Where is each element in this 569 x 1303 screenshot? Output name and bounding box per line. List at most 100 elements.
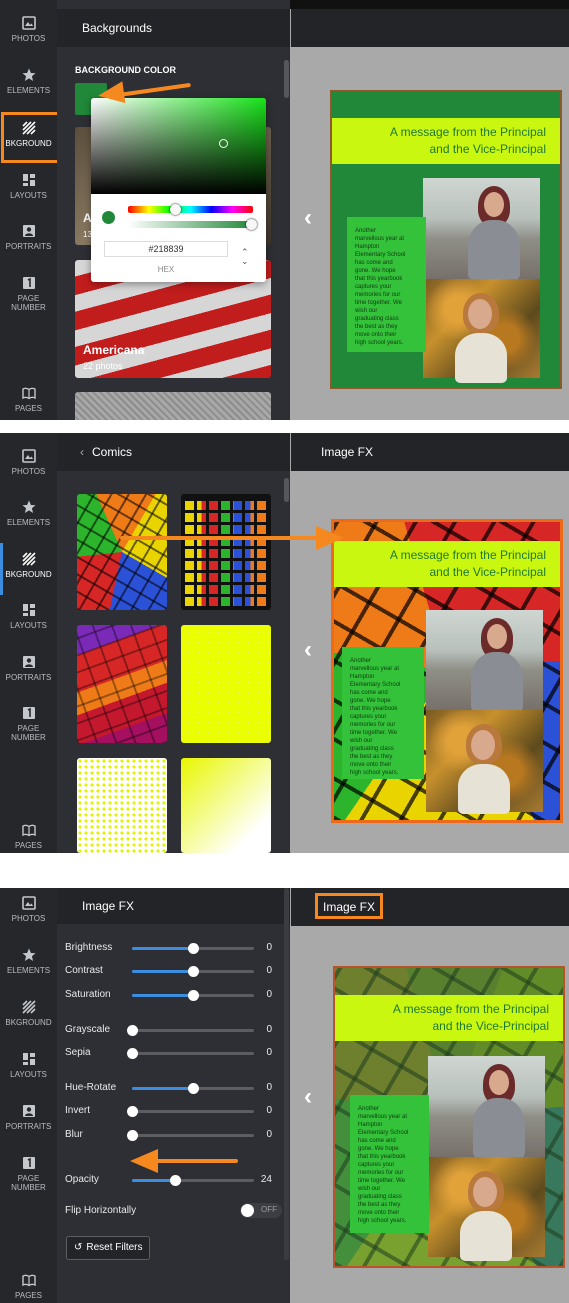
blur-knob[interactable] bbox=[127, 1130, 138, 1141]
photo-principal[interactable] bbox=[426, 610, 543, 712]
nav-elements[interactable]: ELEMENTS bbox=[0, 948, 57, 975]
background-card-texture[interactable] bbox=[75, 392, 271, 420]
principal-face bbox=[487, 624, 507, 649]
screenshot-panel-background-color: PHOTOS ELEMENTS BKGROUND LAYOUTS PORTRAI… bbox=[0, 0, 569, 420]
comics-thumb-cube-diagonal[interactable] bbox=[77, 494, 167, 610]
invert-slider[interactable] bbox=[127, 1106, 254, 1117]
saturation-area[interactable] bbox=[91, 98, 266, 194]
nav-bkground[interactable]: BKGROUND bbox=[0, 552, 57, 579]
nav-photos[interactable]: PHOTOS bbox=[0, 449, 57, 476]
nav-photos[interactable]: PHOTOS bbox=[0, 16, 57, 43]
nav-layouts[interactable]: LAYOUTS bbox=[0, 173, 57, 200]
vice-principal-face bbox=[473, 1177, 497, 1207]
message-textbox[interactable]: Another marvellous year at Hampton Elementa… bbox=[342, 647, 424, 779]
prev-page-chevron-icon[interactable]: ‹ bbox=[304, 204, 312, 232]
banner-line-1: A message from the Principal bbox=[392, 1002, 549, 1016]
comics-thumb-perspective-floor[interactable] bbox=[77, 625, 167, 743]
contrast-slider[interactable] bbox=[132, 966, 254, 977]
nav-elements[interactable]: ELEMENTS bbox=[0, 500, 57, 527]
photo-vice-principal[interactable] bbox=[428, 1157, 545, 1261]
nav-portraits[interactable]: PORTRAITS bbox=[0, 1104, 57, 1131]
nav-portraits[interactable]: PORTRAITS bbox=[0, 655, 57, 682]
hue-rotate-slider[interactable] bbox=[132, 1083, 254, 1094]
blur-slider[interactable] bbox=[127, 1130, 254, 1141]
prev-page-chevron-icon[interactable]: ‹ bbox=[304, 636, 312, 664]
book-icon bbox=[21, 387, 36, 400]
hex-input[interactable]: #218839 bbox=[104, 241, 228, 257]
photos-icon bbox=[21, 896, 36, 910]
format-toggle-icon[interactable]: ⌃ ⌄ bbox=[241, 248, 249, 266]
americana-count: 22 photos bbox=[83, 361, 123, 371]
comics-thumb-cube-grid[interactable] bbox=[181, 494, 271, 610]
nav-layouts[interactable]: LAYOUTS bbox=[0, 603, 57, 630]
floor-grid-lines bbox=[77, 625, 167, 743]
hue-rotate-value: 0 bbox=[266, 1082, 272, 1093]
image-fx-tab-highlighted[interactable]: Image FX bbox=[315, 893, 384, 919]
sepia-label: Sepia bbox=[65, 1047, 91, 1058]
hue-slider[interactable] bbox=[128, 206, 253, 213]
grayscale-slider[interactable] bbox=[127, 1025, 254, 1036]
nav-photos[interactable]: PHOTOS bbox=[0, 896, 57, 923]
comics-thumb-yellow-dots[interactable] bbox=[181, 625, 271, 743]
invert-knob[interactable] bbox=[127, 1106, 138, 1117]
sidebar-scrollbar[interactable] bbox=[284, 60, 289, 98]
opacity-slider[interactable] bbox=[132, 1175, 254, 1186]
banner-line-2: and the Vice-Principal bbox=[429, 565, 546, 579]
invert-row: Invert 0 bbox=[65, 1102, 280, 1120]
principal-face bbox=[484, 192, 504, 217]
page-number-icon bbox=[22, 1157, 35, 1169]
principal-body bbox=[468, 220, 520, 280]
brightness-knob[interactable] bbox=[188, 943, 199, 954]
blur-value: 0 bbox=[266, 1129, 272, 1140]
photo-vice-principal[interactable] bbox=[423, 279, 540, 383]
bkground-nav-highlight bbox=[1, 112, 60, 163]
alpha-slider[interactable] bbox=[128, 221, 253, 228]
reset-filters-button[interactable]: ↺ Reset Filters bbox=[66, 1236, 150, 1260]
saturation-knob[interactable] bbox=[188, 990, 199, 1001]
opacity-row: Opacity 24 bbox=[65, 1171, 280, 1189]
nav-portraits[interactable]: PORTRAITS bbox=[0, 224, 57, 251]
back-chevron-icon[interactable]: ‹ bbox=[80, 445, 84, 459]
contrast-knob[interactable] bbox=[188, 966, 199, 977]
annotation-arrow-shaft bbox=[120, 536, 320, 540]
canvas-header bbox=[291, 9, 569, 47]
flip-horizontally-label: Flip Horizontally bbox=[65, 1205, 137, 1216]
prev-page-chevron-icon[interactable]: ‹ bbox=[304, 1083, 312, 1111]
saturation-slider[interactable] bbox=[132, 990, 254, 1001]
comics-thumb-halftone-b[interactable] bbox=[181, 758, 271, 853]
hue-slider-knob[interactable] bbox=[170, 204, 181, 215]
background-color-label: BACKGROUND COLOR bbox=[75, 65, 176, 75]
sidebar-scrollbar[interactable] bbox=[284, 478, 289, 502]
nav-layouts[interactable]: LAYOUTS bbox=[0, 1052, 57, 1079]
opacity-label: Opacity bbox=[65, 1174, 99, 1185]
photo-principal[interactable] bbox=[423, 178, 540, 280]
nav-pages[interactable]: PAGES bbox=[0, 386, 57, 413]
nav-page-number[interactable]: PAGE NUMBER bbox=[0, 706, 57, 742]
nav-elements[interactable]: ELEMENTS bbox=[0, 68, 57, 95]
message-textbox[interactable]: Another marvellous year at Hampton Elementa… bbox=[347, 217, 426, 352]
sidebar-scrollbar[interactable] bbox=[284, 888, 289, 1260]
photo-principal[interactable] bbox=[428, 1056, 545, 1158]
hue-rotate-knob[interactable] bbox=[188, 1083, 199, 1094]
nav-page-number[interactable]: PAGE NUMBER bbox=[0, 1156, 57, 1192]
opacity-knob[interactable] bbox=[170, 1175, 181, 1186]
page-banner: A message from the Principal and the Vic… bbox=[334, 541, 560, 587]
flip-horizontally-toggle[interactable]: OFF bbox=[240, 1203, 282, 1218]
nav-bkground[interactable]: BKGROUND bbox=[0, 1000, 57, 1027]
sepia-slider[interactable] bbox=[127, 1048, 254, 1059]
nav-pages[interactable]: PAGES bbox=[0, 1273, 57, 1300]
grayscale-knob[interactable] bbox=[127, 1025, 138, 1036]
comics-header: ‹ Comics bbox=[57, 433, 290, 471]
alpha-slider-knob[interactable] bbox=[246, 219, 257, 230]
screenshot-panel-image-fx: PHOTOS ELEMENTS BKGROUND LAYOUTS PORTRAI… bbox=[0, 888, 569, 1303]
photo-vice-principal[interactable] bbox=[426, 710, 543, 814]
nav-pages[interactable]: PAGES bbox=[0, 823, 57, 850]
comics-thumb-halftone-a[interactable] bbox=[77, 758, 167, 853]
brightness-slider[interactable] bbox=[132, 943, 254, 954]
saturation-cursor[interactable] bbox=[219, 139, 228, 148]
sepia-knob[interactable] bbox=[127, 1048, 138, 1059]
banner-line-2: and the Vice-Principal bbox=[432, 1019, 549, 1033]
page-banner: A message from the Principal and the Vic… bbox=[335, 995, 563, 1041]
nav-page-number[interactable]: PAGE NUMBER bbox=[0, 276, 57, 312]
message-textbox[interactable]: Another marvellous year at Hampton Elementa… bbox=[350, 1095, 429, 1233]
